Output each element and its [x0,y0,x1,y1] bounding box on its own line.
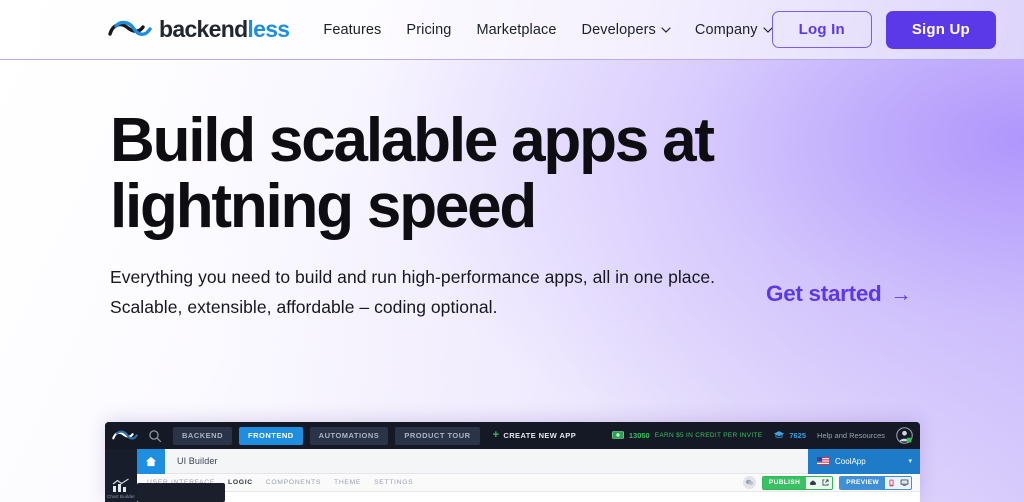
publish-button[interactable]: PUBLISH [761,475,834,490]
graduation-cap-icon [773,430,785,441]
arrow-right-icon: → [890,282,912,306]
header-actions: Log In Sign Up [771,10,996,49]
hero-subtitle: Everything you need to build and run hig… [110,267,716,317]
create-new-app-label: CREATE NEW APP [503,431,577,440]
create-new-app-button[interactable]: + CREATE NEW APP [493,430,577,441]
site-header: backendless Features Pricing Marketplace… [0,0,1024,60]
nav-label: Company [694,21,758,38]
get-started-label: Get started [766,281,882,307]
app-sub-tab-bar: USER INTERFACE LOGIC COMPONENTS THEME SE… [137,474,920,492]
app-body: Chart Builder UI Builder CoolApp ▾ LOGIC… [105,448,920,502]
get-started-link[interactable]: Get started → [766,281,911,307]
app-tab-frontend[interactable]: FRONTEND [239,426,303,445]
breadcrumb-title: UI Builder [177,456,218,466]
app-tab-product-tour[interactable]: PRODUCT TOUR [395,426,480,445]
breadcrumb: UI Builder CoolApp ▾ [137,448,920,474]
app-left-rail: Chart Builder [105,449,137,502]
nav-label: Marketplace [476,21,557,38]
app-selector-name: CoolApp [835,456,866,466]
hero-title-line-2: lightning speed [110,171,537,241]
plus-icon: + [492,429,500,441]
nav-item-features[interactable]: Features [323,22,381,38]
app-tab-bar: BACKEND FRONTEND AUTOMATIONS PRODUCT TOU… [173,426,480,445]
app-selector[interactable]: CoolApp ▾ [808,448,920,474]
nav-label: Developers [581,21,656,38]
preview-label: PREVIEW [840,476,885,489]
us-flag-icon [817,457,829,465]
sub-tab-settings[interactable]: SETTINGS [374,479,413,486]
chevron-down-icon [661,25,671,34]
page-root: backendless Features Pricing Marketplace… [0,0,1024,502]
backendless-ribbon-icon [108,18,152,42]
external-link-icon[interactable] [819,477,833,488]
chevron-down-icon: ▾ [908,458,912,465]
publish-label: PUBLISH [762,476,807,489]
nav-item-company[interactable]: Company [694,21,773,38]
search-icon[interactable] [148,429,162,443]
page-title: Build scalable apps at lightning speed [110,108,870,239]
app-tab-backend[interactable]: BACKEND [173,426,232,445]
main-navigation: Features Pricing Marketplace Developers … [323,21,773,38]
chat-bubble-icon[interactable] [742,476,756,489]
points-value: 7625 [789,431,807,440]
points-badge[interactable]: 7625 [773,430,806,441]
app-topbar-right: 13050 EARN $5 IN CREDIT PER INVITE 7625 … [611,427,913,444]
help-and-resources-link[interactable]: Help and Resources [817,431,885,440]
app-topbar: BACKEND FRONTEND AUTOMATIONS PRODUCT TOU… [105,422,920,449]
hero-title-line-1: Build scalable apps at [110,106,715,175]
credit-amount: 13050 [628,431,650,440]
user-avatar-icon[interactable] [896,427,913,444]
hero-content: Build scalable apps at lightning speed E… [0,60,1024,322]
money-icon [611,430,624,441]
preview-button[interactable]: PREVIEW [839,475,912,490]
rail-label-chart-builder: Chart Builder [106,494,136,499]
app-preview-screenshot: BACKEND FRONTEND AUTOMATIONS PRODUCT TOU… [105,422,920,502]
login-button[interactable]: Log In [771,11,872,48]
brand-name-accent: less [247,16,290,42]
app-action-buttons: PUBLISH PREVIEW [742,475,920,490]
nav-item-pricing[interactable]: Pricing [406,22,451,38]
brand-logo-text: backendless [159,16,290,42]
sub-tab-components[interactable]: COMPONENTS [266,479,321,486]
signup-button[interactable]: Sign Up [885,10,996,49]
nav-label: Features [323,21,382,38]
nav-label: Pricing [406,21,452,38]
app-canvas-area [137,492,920,502]
rail-tooltip [137,483,225,502]
brand-logo[interactable]: backendless [108,16,290,42]
sub-tab-theme[interactable]: THEME [334,479,361,486]
cloud-icon[interactable] [806,477,820,488]
desktop-icon[interactable] [898,477,911,488]
app-tab-automations[interactable]: AUTOMATIONS [309,426,389,445]
credit-badge[interactable]: 13050 EARN $5 IN CREDIT PER INVITE [611,430,763,441]
sub-tab-logic[interactable]: LOGIC [228,479,253,486]
bar-chart-icon[interactable] [112,477,130,493]
nav-item-marketplace[interactable]: Marketplace [476,22,556,38]
home-icon[interactable] [137,448,165,474]
chevron-down-icon [763,25,773,34]
backendless-ribbon-icon [112,429,138,443]
mobile-icon[interactable] [885,476,898,489]
hero-subtitle-row: Everything you need to build and run hig… [110,263,1024,322]
app-main-panel: UI Builder CoolApp ▾ LOGIC COMPONENTS TH… [137,448,920,502]
nav-item-developers[interactable]: Developers [581,21,671,38]
brand-name-dark: backend [159,16,248,42]
credit-text: EARN $5 IN CREDIT PER INVITE [654,432,763,439]
